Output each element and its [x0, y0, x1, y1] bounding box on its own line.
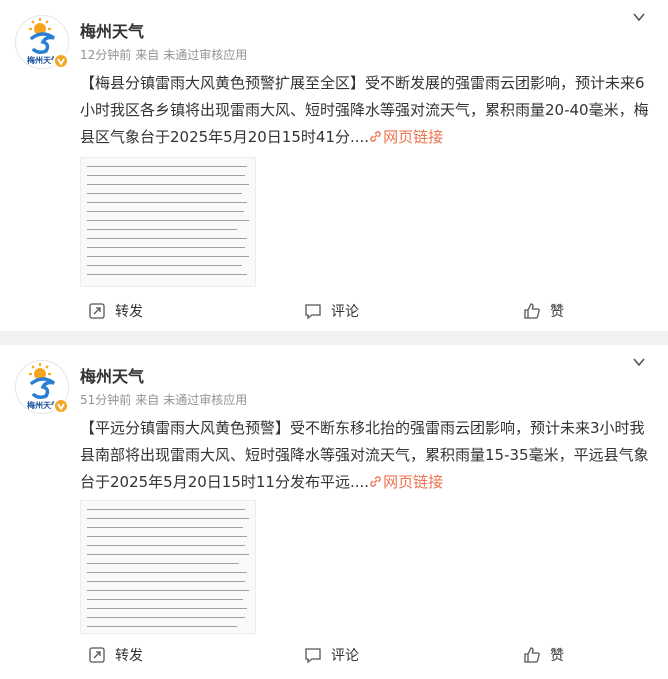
post-body: 【平远分镇雷雨大风黄色预警】受不断东移北抬的强雷雨云团影响，预计未来3小时我县南…	[80, 419, 649, 491]
web-link-label: 网页链接	[383, 128, 444, 146]
repost-icon	[89, 303, 105, 319]
username[interactable]: 梅州天气	[80, 363, 144, 387]
post-image[interactable]	[80, 157, 256, 287]
post-meta: 51分钟前 来自 未通过审核应用	[80, 391, 251, 408]
comment-label: 评论	[331, 648, 359, 664]
verified-badge-icon	[53, 53, 69, 69]
post-image[interactable]	[80, 500, 256, 634]
web-link[interactable]: 网页链接	[369, 473, 443, 491]
post-time[interactable]: 51分钟前	[80, 393, 131, 407]
post-time[interactable]: 12分钟前	[80, 48, 131, 62]
comment-button[interactable]: 评论	[304, 291, 359, 331]
web-link[interactable]: 网页链接	[369, 128, 443, 146]
comment-label: 评论	[331, 304, 359, 320]
weibo-post: 梅州天气 梅州天气 12分钟前 来自 未通过审核应用 【梅县分镇雷雨大风黄色预警扩展…	[0, 0, 668, 331]
web-link-label: 网页链接	[383, 473, 444, 491]
post-source: 未通过审核应用	[163, 48, 248, 62]
weibo-post: 梅州天气 梅州天气 51分钟前 来自 未通过审核应用 【平远分镇雷雨大风黄色预警】受…	[0, 345, 668, 679]
post-source: 未通过审核应用	[163, 393, 248, 407]
comment-icon	[305, 648, 321, 664]
repost-label: 转发	[115, 648, 143, 664]
chevron-down-icon[interactable]	[632, 10, 646, 24]
like-label: 赞	[550, 648, 564, 664]
like-button[interactable]: 赞	[523, 291, 564, 331]
sun-logo-icon	[29, 363, 56, 400]
action-bar: 转发 评论 赞	[0, 291, 668, 331]
link-icon	[370, 131, 381, 142]
comment-icon	[305, 304, 321, 320]
sun-logo-icon	[29, 18, 56, 55]
comment-button[interactable]: 评论	[304, 635, 359, 675]
verified-badge-icon	[53, 398, 69, 414]
like-label: 赞	[550, 304, 564, 320]
like-icon	[524, 303, 540, 319]
link-icon	[370, 476, 381, 487]
repost-button[interactable]: 转发	[88, 635, 143, 675]
post-text: 【平远分镇雷雨大风黄色预警】受不断东移北抬的强雷雨云团影响，预计未来3小时我县南…	[80, 415, 650, 496]
repost-button[interactable]: 转发	[88, 291, 143, 331]
source-prefix: 来自	[135, 393, 160, 407]
repost-icon	[89, 647, 105, 663]
like-icon	[524, 647, 540, 663]
like-button[interactable]: 赞	[523, 635, 564, 675]
post-text: 【梅县分镇雷雨大风黄色预警扩展至全区】受不断发展的强雷雨云团影响，预计未来6小时…	[80, 70, 650, 151]
chevron-down-icon[interactable]	[632, 355, 646, 369]
post-body: 【梅县分镇雷雨大风黄色预警扩展至全区】受不断发展的强雷雨云团影响，预计未来6小时…	[80, 74, 649, 146]
post-meta: 12分钟前 来自 未通过审核应用	[80, 46, 251, 63]
username[interactable]: 梅州天气	[80, 18, 144, 42]
source-prefix: 来自	[135, 48, 160, 62]
action-bar: 转发 评论 赞	[0, 635, 668, 675]
repost-label: 转发	[115, 304, 143, 320]
